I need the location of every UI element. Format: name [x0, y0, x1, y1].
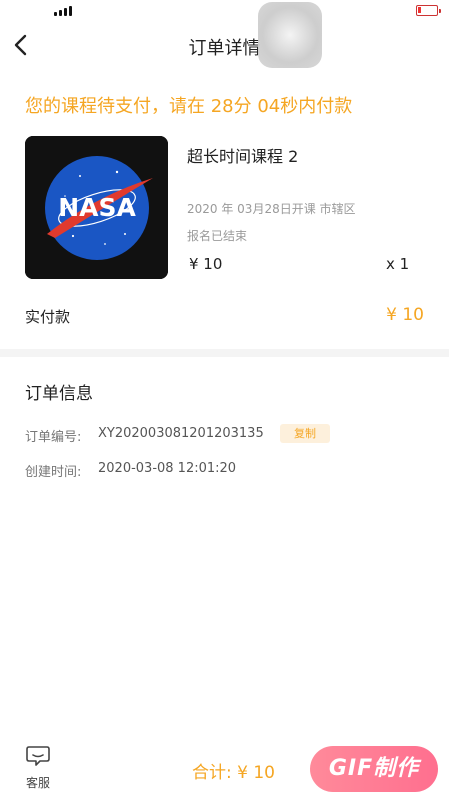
chat-bubble-icon: [26, 746, 50, 766]
order-number-label: 订单编号:: [25, 430, 82, 445]
nasa-logo-text: NASA: [58, 193, 136, 222]
battery-icon: [416, 5, 441, 16]
course-price: ¥ 10: [189, 255, 223, 273]
copy-order-number-button[interactable]: 复制: [280, 424, 330, 443]
created-time-label: 创建时间:: [25, 465, 82, 480]
course-date: 2020 年 03月28日开课 市辖区: [187, 202, 356, 216]
order-info-heading: 订单信息: [25, 384, 93, 404]
customer-service-button[interactable]: 客服: [22, 744, 54, 791]
course-status: 报名已结束: [187, 229, 248, 243]
page-title: 订单详情: [188, 38, 261, 59]
paid-amount-label: 实付款: [25, 308, 71, 326]
created-time-value: 2020-03-08 12:01:20: [98, 461, 237, 476]
order-number-value: XY202003081201203135: [98, 426, 264, 441]
signal-icon: [54, 6, 72, 16]
course-cover-image: NASA: [25, 136, 168, 279]
order-total: 合计: ¥ 10: [192, 763, 275, 783]
payment-countdown: 您的课程待支付，请在 28分 04秒内付款: [25, 96, 353, 117]
nasa-logo: NASA: [25, 136, 168, 279]
nav-bar: 订单详情: [0, 22, 449, 70]
bottom-bar: 客服 合计: ¥ 10 GIF制作: [0, 734, 449, 798]
status-bar: [0, 0, 449, 22]
pay-button[interactable]: GIF制作: [310, 746, 438, 792]
floating-assistive-button[interactable]: [258, 2, 322, 68]
paid-amount-value: ¥ 10: [386, 305, 424, 325]
section-divider: [0, 349, 449, 357]
course-title: 超长时间课程 2: [187, 147, 299, 166]
course-quantity: x 1: [386, 255, 410, 273]
customer-service-label: 客服: [25, 776, 50, 790]
